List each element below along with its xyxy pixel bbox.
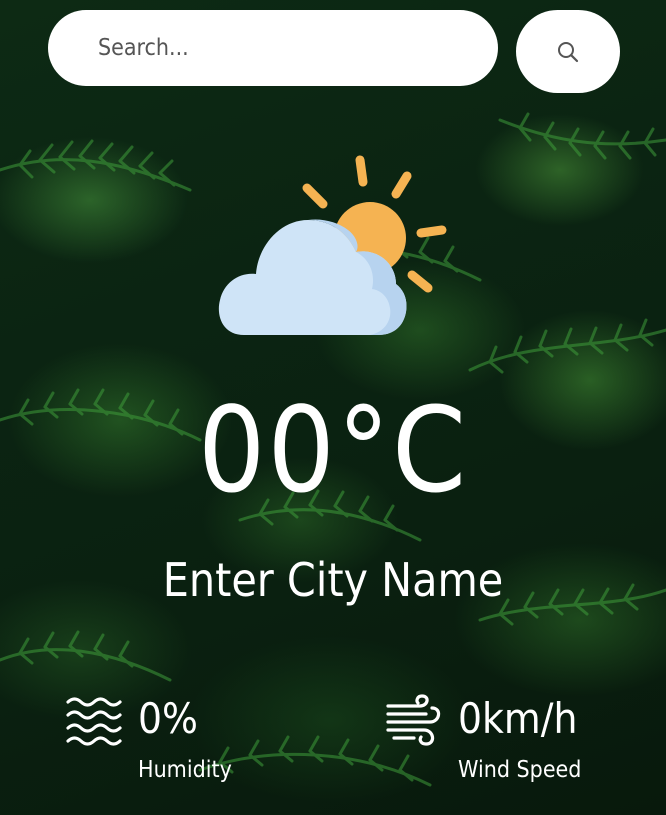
wind-icon xyxy=(386,694,441,746)
partly-cloudy-icon xyxy=(218,155,447,335)
search-button[interactable] xyxy=(516,10,620,93)
temperature-value: 00°C xyxy=(197,381,469,519)
humidity-waves-icon xyxy=(66,697,122,746)
humidity-value: 0% xyxy=(138,694,198,743)
humidity-label: Humidity xyxy=(138,757,232,783)
humidity-detail: 0% Humidity xyxy=(66,690,306,790)
city-name: Enter City Name xyxy=(162,553,504,607)
wind-detail: 0km/h Wind Speed xyxy=(386,690,626,790)
wind-speed-label: Wind Speed xyxy=(458,757,582,783)
wind-speed-value: 0km/h xyxy=(458,694,578,743)
search-icon xyxy=(558,41,579,62)
search-bar xyxy=(48,10,620,93)
search-input[interactable] xyxy=(48,10,498,86)
